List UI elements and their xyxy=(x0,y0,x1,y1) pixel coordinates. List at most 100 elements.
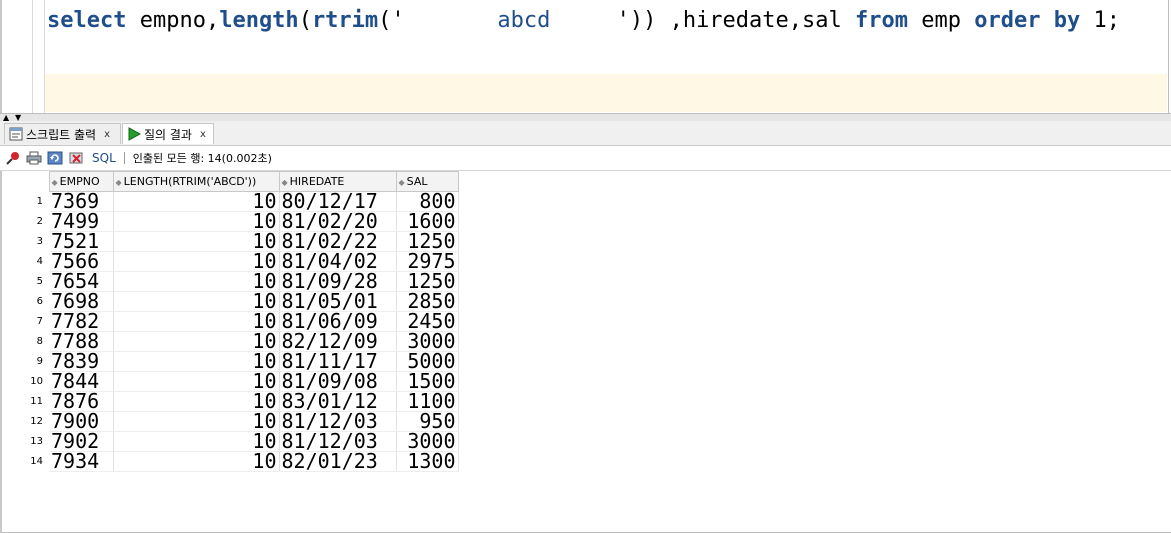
cell-hiredate[interactable]: 81/09/08 xyxy=(279,371,397,392)
close-red-icon[interactable] xyxy=(68,150,84,166)
cell-hiredate[interactable]: 81/06/09 xyxy=(279,311,397,332)
cell-sal[interactable]: 800 xyxy=(396,191,459,212)
cell-empno[interactable]: 7876 xyxy=(49,391,114,412)
cell-sal[interactable]: 1300 xyxy=(396,451,459,472)
table-row[interactable]: 1 7369 10 80/12/17 800 xyxy=(2,191,459,212)
table-row[interactable]: 12 7900 10 81/12/03 950 xyxy=(2,411,459,432)
cell-sal[interactable]: 2975 xyxy=(396,251,459,272)
table-row[interactable]: 4 7566 10 81/04/02 2975 xyxy=(2,251,459,272)
cell-length[interactable]: 10 xyxy=(113,331,280,352)
cell-length[interactable]: 10 xyxy=(113,451,280,472)
result-tabbar: 스크립트 출력 x 질의 결과 x xyxy=(0,121,1171,146)
cell-sal[interactable]: 1500 xyxy=(396,371,459,392)
cell-empno[interactable]: 7369 xyxy=(49,191,114,212)
code-token: ( xyxy=(298,8,312,33)
row-number: 14 xyxy=(30,456,43,467)
print-icon[interactable] xyxy=(26,150,42,166)
cell-empno[interactable]: 7934 xyxy=(49,451,114,472)
column-header-empno[interactable]: ◆ EMPNO xyxy=(48,171,114,192)
sql-editor[interactable]: select empno,length(rtrim(' abcd ')) ,hi… xyxy=(0,0,1171,113)
table-row[interactable]: 2 7499 10 81/02/20 1600 xyxy=(2,211,459,232)
table-row[interactable]: 14 7934 10 82/01/23 1300 xyxy=(2,451,459,472)
cell-empno[interactable]: 7521 xyxy=(49,231,114,252)
cell-empno[interactable]: 7844 xyxy=(49,371,114,392)
refresh-icon[interactable] xyxy=(47,150,63,166)
cell-sal[interactable]: 3000 xyxy=(396,331,459,352)
cell-hiredate[interactable]: 81/09/28 xyxy=(279,271,397,292)
cell-sal[interactable]: 1250 xyxy=(396,231,459,252)
cell-hiredate[interactable]: 81/05/01 xyxy=(279,291,397,312)
table-row[interactable]: 11 7876 10 83/01/12 1100 xyxy=(2,391,459,412)
cell-hiredate[interactable]: 82/01/23 xyxy=(279,451,397,472)
panel-splitter[interactable]: ▲ ▼ xyxy=(0,113,1171,122)
cell-empno[interactable]: 7499 xyxy=(49,211,114,232)
cell-length[interactable]: 10 xyxy=(113,251,280,272)
cell-sal[interactable]: 1600 xyxy=(396,211,459,232)
cell-empno[interactable]: 7566 xyxy=(49,251,114,272)
column-header-label: LENGTH(RTRIM('ABCD')) xyxy=(123,175,257,188)
cell-hiredate[interactable]: 81/12/03 xyxy=(279,411,397,432)
cell-length[interactable]: 10 xyxy=(113,211,280,232)
pin-icon[interactable] xyxy=(5,150,21,166)
cell-length[interactable]: 10 xyxy=(113,371,280,392)
column-header-length[interactable]: ◆ LENGTH(RTRIM('ABCD')) xyxy=(112,171,280,192)
table-row[interactable]: 7 7782 10 81/06/09 2450 xyxy=(2,311,459,332)
run-query-icon xyxy=(128,127,141,141)
cell-empno[interactable]: 7839 xyxy=(49,351,114,372)
cell-hiredate[interactable]: 81/12/03 xyxy=(279,431,397,452)
cell-length[interactable]: 10 xyxy=(113,391,280,412)
column-header-hiredate[interactable]: ◆ HIREDATE xyxy=(278,171,397,192)
tab-script-output-close-icon[interactable]: x xyxy=(104,129,110,140)
table-row[interactable]: 3 7521 10 81/02/22 1250 xyxy=(2,231,459,252)
sql-button[interactable]: SQL xyxy=(92,151,116,165)
cell-empno[interactable]: 7782 xyxy=(49,311,114,332)
cell-empno[interactable]: 7698 xyxy=(49,291,114,312)
table-row[interactable]: 5 7654 10 81/09/28 1250 xyxy=(2,271,459,292)
cell-sal[interactable]: 950 xyxy=(396,411,459,432)
column-header-sal[interactable]: ◆ SAL xyxy=(395,171,459,192)
row-number: 7 xyxy=(36,316,43,327)
tab-query-result-close-icon[interactable]: x xyxy=(200,129,206,140)
cell-empno[interactable]: 7902 xyxy=(49,431,114,452)
code-token: abcd xyxy=(404,8,617,33)
cell-empno[interactable]: 7900 xyxy=(49,411,114,432)
table-row[interactable]: 8 7788 10 82/12/09 3000 xyxy=(2,331,459,352)
cell-sal[interactable]: 5000 xyxy=(396,351,459,372)
cell-empno[interactable]: 7654 xyxy=(49,271,114,292)
row-number: 11 xyxy=(30,396,43,407)
table-row[interactable]: 13 7902 10 81/12/03 3000 xyxy=(2,431,459,452)
cell-empno[interactable]: 7788 xyxy=(49,331,114,352)
cell-length[interactable]: 10 xyxy=(113,271,280,292)
cell-length[interactable]: 10 xyxy=(113,191,280,212)
cell-sal[interactable]: 1250 xyxy=(396,271,459,292)
code-token: length xyxy=(219,8,299,33)
cell-length[interactable]: 10 xyxy=(113,351,280,372)
tab-script-output[interactable]: 스크립트 출력 x xyxy=(4,123,121,144)
cell-sal[interactable]: 2450 xyxy=(396,311,459,332)
cell-sal[interactable]: 1100 xyxy=(396,391,459,412)
cell-hiredate[interactable]: 81/04/02 xyxy=(279,251,397,272)
tab-query-result[interactable]: 질의 결과 x xyxy=(122,123,214,144)
cell-hiredate[interactable]: 81/02/20 xyxy=(279,211,397,232)
editor-left-border xyxy=(0,0,2,113)
cell-length[interactable]: 10 xyxy=(113,311,280,332)
column-header-label: HIREDATE xyxy=(289,175,345,188)
sql-code-line[interactable]: select empno,length(rtrim(' abcd ')) ,hi… xyxy=(47,7,1120,35)
cell-sal[interactable]: 3000 xyxy=(396,431,459,452)
cell-length[interactable]: 10 xyxy=(113,231,280,252)
cell-hiredate[interactable]: 80/12/17 xyxy=(279,191,397,212)
cell-length[interactable]: 10 xyxy=(113,291,280,312)
cell-hiredate[interactable]: 83/01/12 xyxy=(279,391,397,412)
sort-icon: ◆ xyxy=(281,178,288,187)
table-row[interactable]: 6 7698 10 81/05/01 2850 xyxy=(2,291,459,312)
table-row[interactable]: 9 7839 10 81/11/17 5000 xyxy=(2,351,459,372)
cell-length[interactable]: 10 xyxy=(113,431,280,452)
cell-hiredate[interactable]: 81/02/22 xyxy=(279,231,397,252)
cell-length[interactable]: 10 xyxy=(113,411,280,432)
result-grid: ◆ EMPNO ◆ LENGTH(RTRIM('ABCD')) ◆ HIREDATE … xyxy=(0,171,1171,533)
row-number: 4 xyxy=(36,256,43,267)
table-row[interactable]: 10 7844 10 81/09/08 1500 xyxy=(2,371,459,392)
cell-hiredate[interactable]: 81/11/17 xyxy=(279,351,397,372)
cell-hiredate[interactable]: 82/12/09 xyxy=(279,331,397,352)
cell-sal[interactable]: 2850 xyxy=(396,291,459,312)
